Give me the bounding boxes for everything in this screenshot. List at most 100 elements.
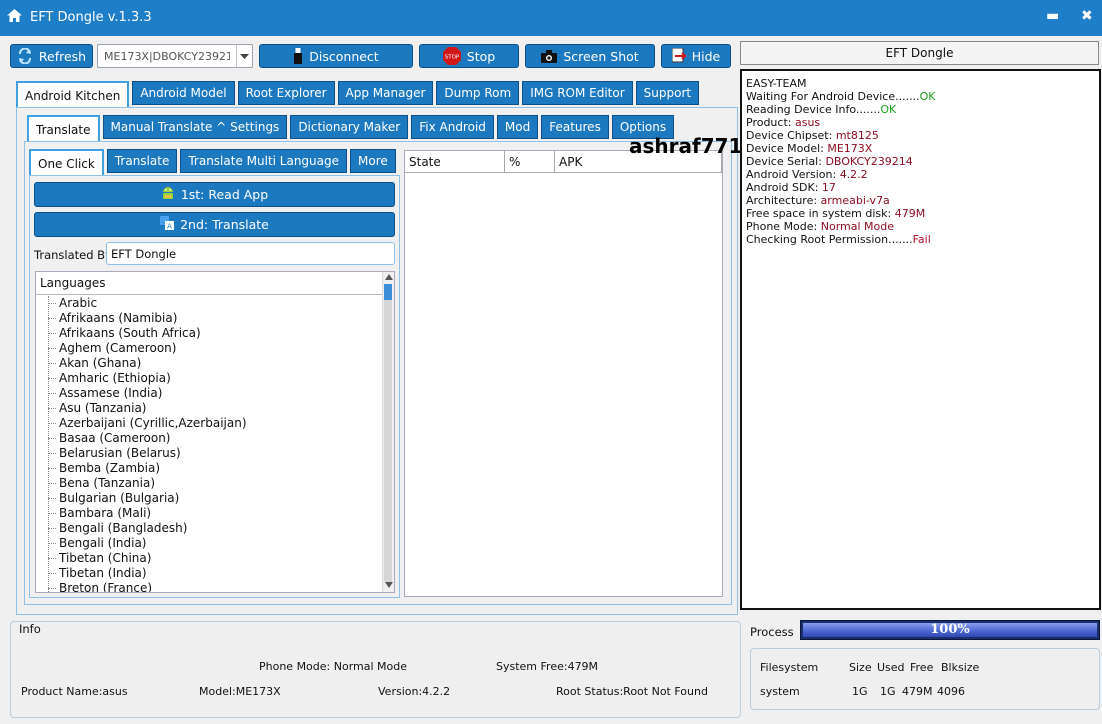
tab-more[interactable]: More xyxy=(350,149,396,173)
language-item[interactable]: Bulgarian (Bulgaria) xyxy=(36,491,247,506)
tab-fix-android[interactable]: Fix Android xyxy=(411,115,494,139)
scrollbar-thumb[interactable] xyxy=(384,284,392,300)
refresh-label: Refresh xyxy=(38,48,87,64)
languages-scrollbar[interactable] xyxy=(382,272,394,592)
tab-root-explorer[interactable]: Root Explorer xyxy=(237,81,335,105)
translate-button[interactable]: A 2nd: Translate xyxy=(34,212,395,237)
device-select[interactable]: ME173X|DBOKCY239214 xyxy=(97,44,253,68)
apk-grid[interactable]: State % APK xyxy=(404,150,723,597)
stop-label: Stop xyxy=(466,48,496,64)
fs-cell-size: 1G xyxy=(852,685,868,698)
language-item[interactable]: Assamese (India) xyxy=(36,386,247,401)
languages-list: Arabic Afrikaans (Namibia) Afrikaans (Sout… xyxy=(36,296,247,592)
tab-app-manager[interactable]: App Manager xyxy=(337,81,434,105)
language-item[interactable]: Amharic (Ethiopia) xyxy=(36,371,247,386)
fs-header-used: Used xyxy=(877,661,905,674)
filesystem-group: Filesystem Size Used Free Blksize system… xyxy=(750,648,1100,710)
log-line: Android Version: 4.2.2 xyxy=(746,168,1095,181)
title-bar: EFT Dongle v.1.3.3 ▬ ✖ xyxy=(0,0,1102,36)
tab-dump-rom[interactable]: Dump Rom xyxy=(436,81,520,105)
tab-android-model[interactable]: Android Model xyxy=(132,81,235,105)
language-item[interactable]: Basaa (Cameroon) xyxy=(36,431,247,446)
tab-one-click[interactable]: One Click xyxy=(29,149,104,176)
language-item[interactable]: Asu (Tanzania) xyxy=(36,401,247,416)
language-item[interactable]: Bengali (Bangladesh) xyxy=(36,521,247,536)
language-item[interactable]: Bengali (India) xyxy=(36,536,247,551)
minimize-button[interactable]: ▬ xyxy=(1046,8,1059,24)
log-line: Architecture: armeabi-v7a xyxy=(746,194,1095,207)
log-value: ME173X xyxy=(827,142,873,155)
scroll-up-icon[interactable] xyxy=(385,274,393,280)
languages-header[interactable]: Languages xyxy=(36,272,384,295)
close-button[interactable]: ✖ xyxy=(1081,8,1093,24)
refresh-button[interactable]: Refresh xyxy=(10,44,93,68)
info-title: Info xyxy=(19,622,41,636)
column-percent[interactable]: % xyxy=(505,151,555,173)
tab-dictionary-maker[interactable]: Dictionary Maker xyxy=(290,115,409,139)
log-value: 479M xyxy=(894,207,926,220)
process-progress-bar: 100% xyxy=(800,620,1100,640)
screenshot-button[interactable]: Screen Shot xyxy=(525,44,655,68)
log-text: Phone Mode: xyxy=(746,220,821,233)
language-item[interactable]: Aghem (Cameroon) xyxy=(36,341,247,356)
fs-cell-used: 1G xyxy=(880,685,896,698)
log-text: Reading Device Info....... xyxy=(746,103,881,116)
translated-by-input[interactable]: EFT Dongle xyxy=(106,242,395,265)
log-line: Free space in system disk: 479M xyxy=(746,207,1095,220)
log-value: Normal Mode xyxy=(820,220,895,233)
tab-features[interactable]: Features xyxy=(541,115,609,139)
language-item[interactable]: Bemba (Zambia) xyxy=(36,461,247,476)
log-text: EASY-TEAM xyxy=(746,77,807,90)
tab-manual-translate[interactable]: Manual Translate ^ Settings xyxy=(102,115,288,139)
tab-img-rom-editor[interactable]: IMG ROM Editor xyxy=(522,81,633,105)
screenshot-label: Screen Shot xyxy=(563,48,639,64)
tab-support[interactable]: Support xyxy=(635,81,700,105)
info-group: Info Phone Mode: Normal Mode System Free… xyxy=(10,621,741,718)
scroll-down-icon[interactable] xyxy=(385,582,393,588)
device-select-value: ME173X|DBOKCY239214 xyxy=(104,50,230,63)
read-app-button[interactable]: 1st: Read App xyxy=(34,182,395,207)
fs-header-blksize: Blksize xyxy=(941,661,980,674)
log-line: Device Model: ME173X xyxy=(746,142,1095,155)
android-icon xyxy=(161,185,175,204)
tab-android-kitchen[interactable]: Android Kitchen xyxy=(16,81,130,108)
tab-translate-multi-language[interactable]: Translate Multi Language xyxy=(180,149,348,173)
hide-button[interactable]: Hide xyxy=(661,44,731,68)
log-value: asus xyxy=(794,116,821,129)
log-text: Product: xyxy=(746,116,795,129)
language-item[interactable]: Bena (Tanzania) xyxy=(36,476,247,491)
language-item[interactable]: Tibetan (China) xyxy=(36,551,247,566)
language-item[interactable]: Akan (Ghana) xyxy=(36,356,247,371)
scrollbar-track xyxy=(384,284,392,582)
language-item[interactable]: Belarusian (Belarus) xyxy=(36,446,247,461)
languages-tree[interactable]: Languages Arabic Afrikaans (Namibia) Afrik… xyxy=(35,271,395,593)
log-text: Free space in system disk: xyxy=(746,207,895,220)
language-item[interactable]: Breton (France) xyxy=(36,581,247,592)
fs-cell-blksize: 4096 xyxy=(937,685,965,698)
log-text: Device Serial: xyxy=(746,155,826,168)
log-line: Phone Mode: Normal Mode xyxy=(746,220,1095,233)
chevron-down-icon[interactable] xyxy=(236,45,252,67)
disconnect-button[interactable]: Disconnect xyxy=(259,44,413,68)
log-value: armeabi-v7a xyxy=(820,194,890,207)
log-text: Checking Root Permission....... xyxy=(746,233,913,246)
tab-translate[interactable]: Translate xyxy=(27,115,100,142)
info-model: Model:ME173X xyxy=(199,685,281,698)
refresh-icon xyxy=(17,48,33,64)
hide-window-icon xyxy=(671,48,686,64)
language-item[interactable]: Afrikaans (South Africa) xyxy=(36,326,247,341)
log-line: Checking Root Permission.......Fail xyxy=(746,233,1095,246)
language-item[interactable]: Azerbaijani (Cyrillic,Azerbaijan) xyxy=(36,416,247,431)
language-item[interactable]: Tibetan (India) xyxy=(36,566,247,581)
translated-by-label: Translated By xyxy=(34,248,112,262)
stop-button[interactable]: STOP Stop xyxy=(419,44,519,68)
language-item[interactable]: Arabic xyxy=(36,296,247,311)
fs-cell-free: 479M xyxy=(902,685,933,698)
language-item[interactable]: Afrikaans (Namibia) xyxy=(36,311,247,326)
log-text: Waiting For Android Device....... xyxy=(746,90,920,103)
tab-translate-inner[interactable]: Translate xyxy=(106,149,178,173)
column-state[interactable]: State xyxy=(405,151,505,173)
log-line: Device Chipset: mt8125 xyxy=(746,129,1095,142)
language-item[interactable]: Bambara (Mali) xyxy=(36,506,247,521)
tab-mod[interactable]: Mod xyxy=(496,115,539,139)
